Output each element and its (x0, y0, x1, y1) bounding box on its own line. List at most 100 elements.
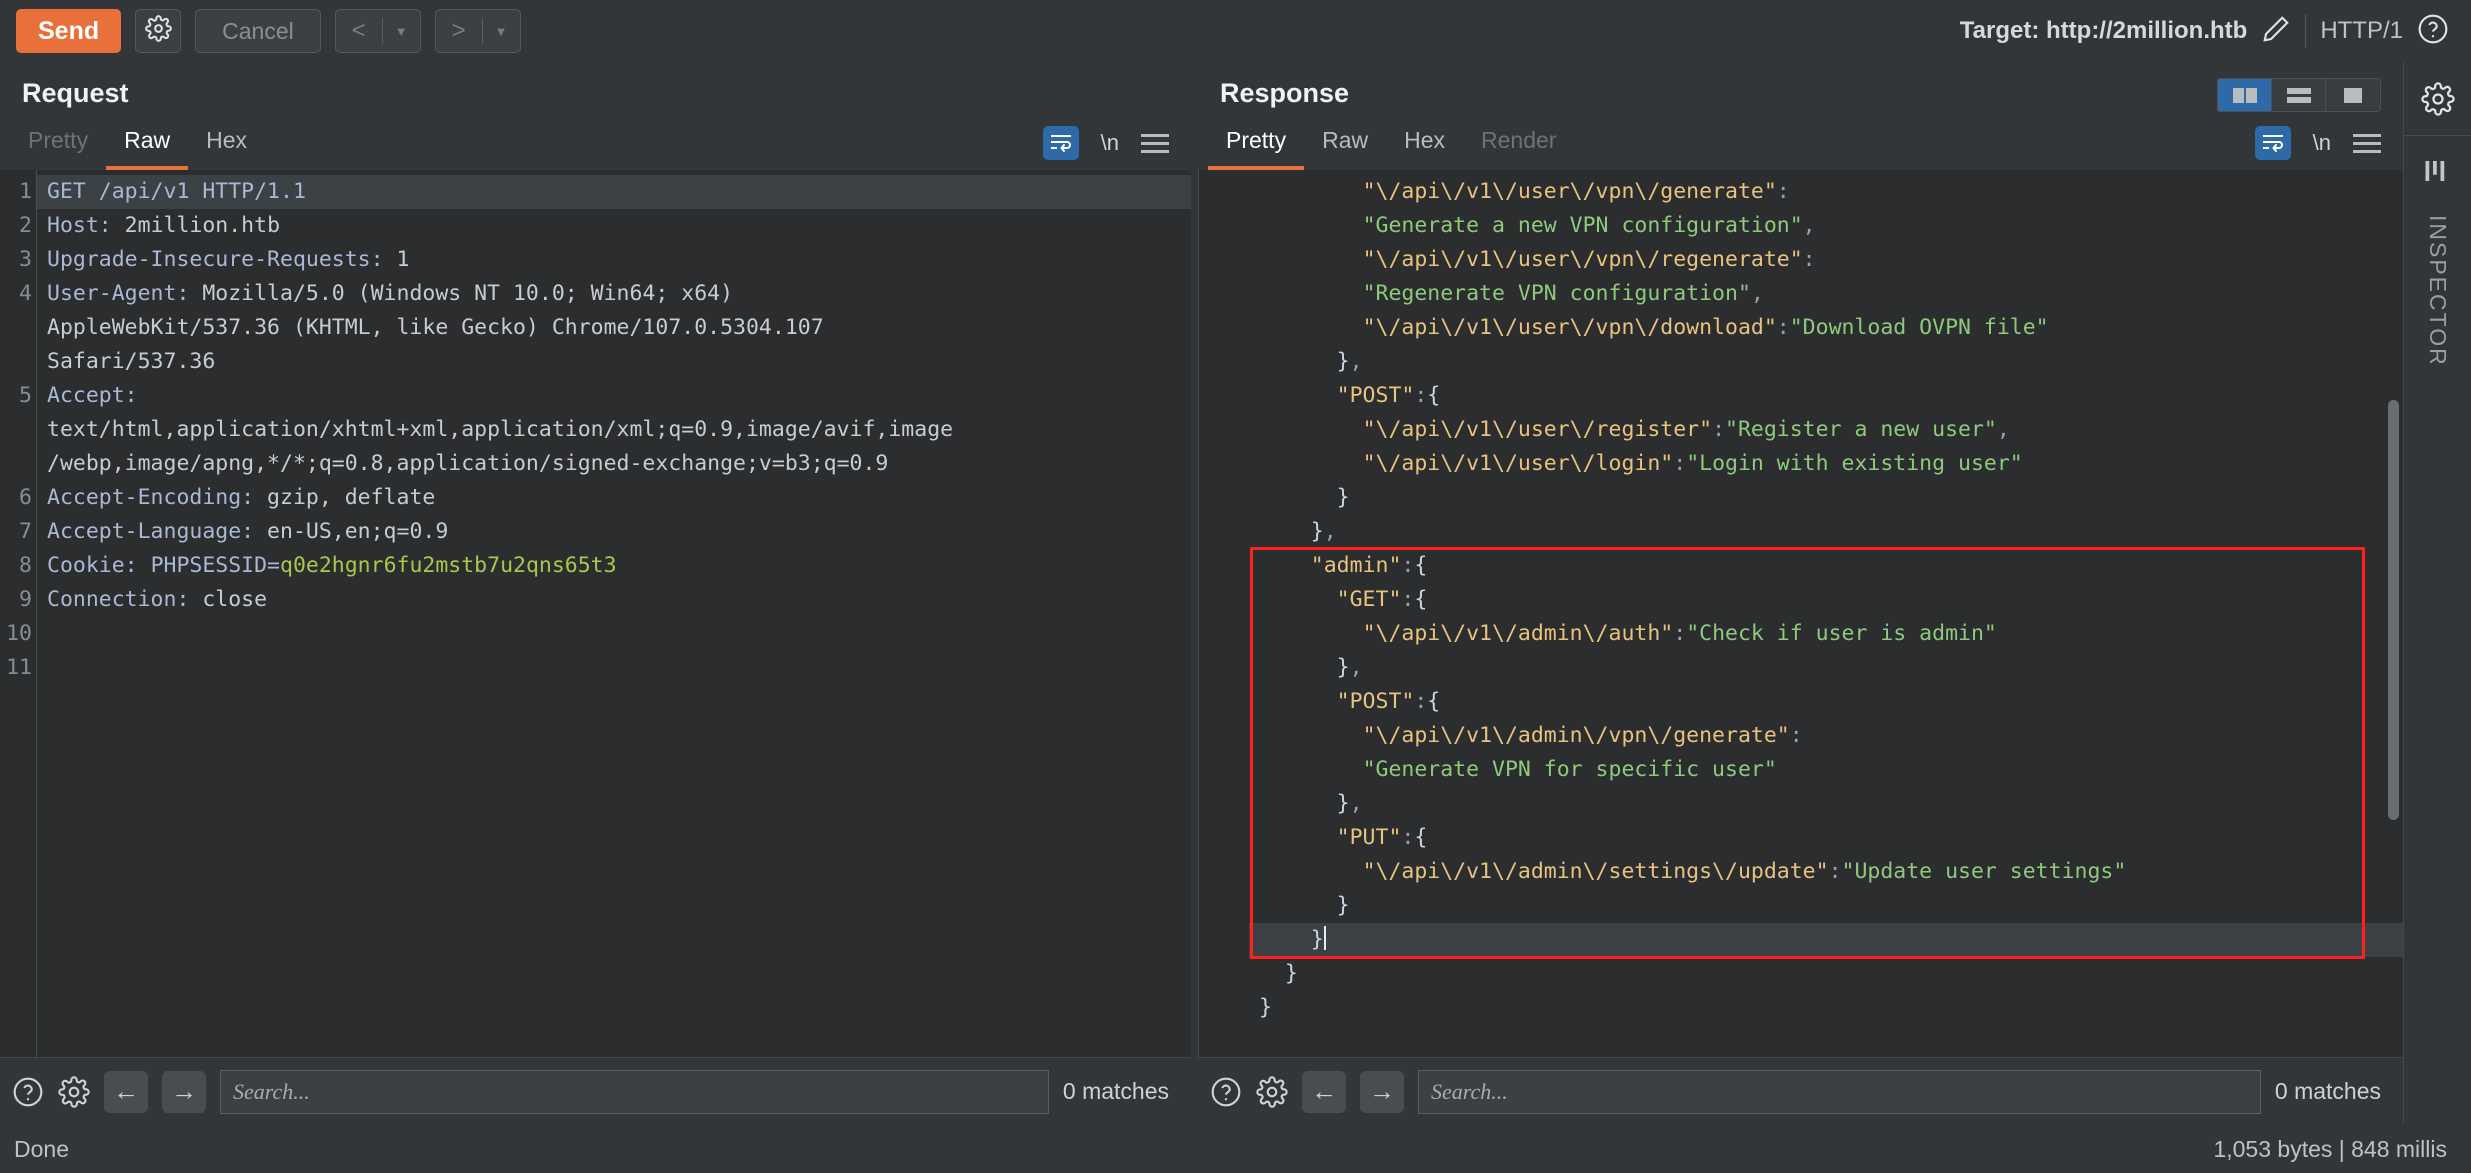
response-vertical-scrollbar[interactable] (2388, 400, 2399, 820)
response-code-line[interactable]: } (1259, 889, 2403, 923)
response-code-line[interactable]: "\/api\/v1\/user\/vpn\/download":"Downlo… (1259, 311, 2403, 345)
response-search-help-button[interactable] (1210, 1076, 1242, 1108)
response-code-line[interactable]: "admin":{ (1259, 549, 2403, 583)
side-by-side-layout-button[interactable] (2218, 79, 2272, 111)
caret-down-icon[interactable]: ▼ (483, 24, 520, 39)
request-settings-button[interactable] (135, 9, 182, 53)
response-code-line[interactable]: "Regenerate VPN configuration", (1259, 277, 2403, 311)
single-pane-layout-button[interactable] (2326, 79, 2380, 111)
request-line-number: 9 (19, 587, 32, 612)
response-code-line[interactable]: "\/api\/v1\/user\/register":"Register a … (1259, 413, 2403, 447)
response-search-settings-button[interactable] (1256, 1075, 1288, 1108)
tab-response-render[interactable]: Render (1463, 127, 1574, 170)
request-menu-button[interactable] (1141, 133, 1169, 153)
request-code-line[interactable]: Accept: (47, 379, 1191, 413)
code-token: } (1259, 995, 1272, 1020)
response-code-line[interactable]: }, (1259, 787, 2403, 821)
request-code-line[interactable] (47, 651, 1191, 685)
response-code-line[interactable]: } (1259, 991, 2403, 1025)
response-code-line[interactable]: }, (1259, 345, 2403, 379)
response-code-line[interactable]: "\/api\/v1\/admin\/vpn\/generate": (1259, 719, 2403, 753)
inspector-label[interactable]: INSPECTOR (2424, 215, 2451, 367)
stacked-layout-button[interactable] (2272, 79, 2326, 111)
response-code-line[interactable]: }, (1259, 515, 2403, 549)
inspector-toggle-button[interactable] (2423, 158, 2453, 189)
caret-down-icon[interactable]: ▼ (383, 24, 420, 39)
request-search-settings-button[interactable] (58, 1075, 90, 1108)
stacked-layout-icon (2286, 87, 2311, 103)
request-code-line[interactable]: text/html,application/xhtml+xml,applicat… (47, 413, 1191, 447)
request-code-line[interactable]: Accept-Encoding: gzip, deflate (47, 481, 1191, 515)
response-code-line[interactable]: "GET":{ (1259, 583, 2403, 617)
request-line-number (0, 311, 36, 345)
request-word-wrap-toggle[interactable] (1042, 126, 1079, 160)
response-code-line[interactable]: }, (1259, 651, 2403, 685)
response-code-line[interactable]: "\/api\/v1\/user\/login":"Login with exi… (1259, 447, 2403, 481)
rail-settings-button[interactable] (2404, 62, 2471, 136)
request-line-number: 10 (6, 621, 32, 646)
request-code-line[interactable]: AppleWebKit/537.36 (KHTML, like Gecko) C… (47, 311, 1191, 345)
request-code-line[interactable] (47, 617, 1191, 651)
response-code-line[interactable]: } (1249, 923, 2403, 957)
chevron-left-icon[interactable]: < (336, 17, 382, 45)
status-bar: Done 1,053 bytes | 848 millis (0, 1125, 2471, 1173)
response-code-line[interactable]: } (1259, 957, 2403, 991)
code-token: AppleWebKit/537.36 (KHTML, like Gecko) C… (47, 315, 824, 340)
help-button[interactable] (2417, 13, 2449, 50)
response-editor[interactable]: "\/api\/v1\/user\/vpn\/generate": "Gener… (1198, 170, 2403, 1057)
tab-request-hex[interactable]: Hex (188, 127, 265, 170)
code-token: 1 (383, 247, 410, 272)
response-code-line[interactable]: "POST":{ (1259, 685, 2403, 719)
response-code-line[interactable]: "\/api\/v1\/user\/vpn\/regenerate": (1259, 243, 2403, 277)
request-editor[interactable]: 1 2 3 4 5 6 7 8 9 10 11 GET /api/v1 HTTP/1.1 Host: … (0, 170, 1191, 1057)
response-code-line[interactable]: "\/api\/v1\/admin\/settings\/update":"Up… (1259, 855, 2403, 889)
request-code-line[interactable]: Cookie: PHPSESSID=q0e2hgnr6fu2mstb7u2qns… (47, 549, 1191, 583)
tab-response-pretty[interactable]: Pretty (1208, 127, 1305, 170)
request-code-line[interactable]: Safari/537.36 (47, 345, 1191, 379)
request-newline-toggle[interactable]: \n (1101, 130, 1119, 156)
send-button[interactable]: Send (16, 9, 122, 53)
tab-response-hex[interactable]: Hex (1386, 127, 1463, 170)
response-search-input[interactable] (1418, 1069, 2261, 1114)
request-code-line[interactable]: User-Agent: Mozilla/5.0 (Windows NT 10.0… (47, 277, 1191, 311)
request-search-prev-button[interactable]: ← (104, 1070, 148, 1113)
cancel-button[interactable]: Cancel (195, 9, 321, 53)
response-code-line[interactable]: "Generate VPN for specific user" (1259, 753, 2403, 787)
tab-request-raw[interactable]: Raw (106, 127, 189, 170)
request-code-line[interactable]: GET /api/v1 HTTP/1.1 (37, 175, 1191, 209)
response-code-line[interactable]: "Generate a new VPN configuration", (1259, 209, 2403, 243)
response-code-line[interactable]: "POST":{ (1259, 379, 2403, 413)
response-word-wrap-toggle[interactable] (2254, 126, 2291, 160)
request-line-number: 5 (19, 383, 32, 408)
response-code-line[interactable]: "\/api\/v1\/admin\/auth":"Check if user … (1259, 617, 2403, 651)
response-code-line[interactable]: "\/api\/v1\/user\/vpn\/generate": (1259, 175, 2403, 209)
request-panel-header: Request (0, 62, 1191, 118)
panel-split-handle[interactable] (1191, 62, 1198, 1125)
request-search-input[interactable] (220, 1069, 1049, 1114)
forward-nav-group[interactable]: > ▼ (434, 9, 521, 53)
response-code[interactable]: "\/api\/v1\/user\/vpn\/generate": "Gener… (1198, 170, 2403, 1057)
request-search-help-button[interactable] (12, 1076, 44, 1108)
response-menu-button[interactable] (2353, 133, 2381, 153)
response-newline-toggle[interactable]: \n (2313, 130, 2331, 156)
tab-request-pretty[interactable]: Pretty (10, 127, 106, 170)
tab-response-raw[interactable]: Raw (1304, 127, 1386, 170)
request-code[interactable]: GET /api/v1 HTTP/1.1 Host: 2million.htb Up… (36, 170, 1191, 1057)
edit-target-button[interactable] (2261, 14, 2291, 49)
request-code-line[interactable]: Accept-Language: en-US,en;q=0.9 (47, 515, 1191, 549)
request-search-next-button[interactable]: → (162, 1070, 206, 1113)
response-search-next-button[interactable]: → (1360, 1070, 1404, 1113)
response-search-prev-button[interactable]: ← (1302, 1070, 1346, 1113)
response-code-line[interactable]: "PUT":{ (1259, 821, 2403, 855)
request-code-line[interactable]: Connection: close (47, 583, 1191, 617)
code-token: { (1414, 587, 1428, 612)
back-nav-group[interactable]: < ▼ (334, 9, 421, 53)
chevron-right-icon[interactable]: > (436, 17, 482, 45)
code-token: { (1427, 689, 1441, 714)
request-code-line[interactable]: Host: 2million.htb (47, 209, 1191, 243)
http-version-label[interactable]: HTTP/1 (2320, 17, 2403, 45)
request-code-line[interactable]: Upgrade-Insecure-Requests: 1 (47, 243, 1191, 277)
request-code-line[interactable]: /webp,image/apng,*/*;q=0.8,application/s… (47, 447, 1191, 481)
response-code-line[interactable]: } (1259, 481, 2403, 515)
